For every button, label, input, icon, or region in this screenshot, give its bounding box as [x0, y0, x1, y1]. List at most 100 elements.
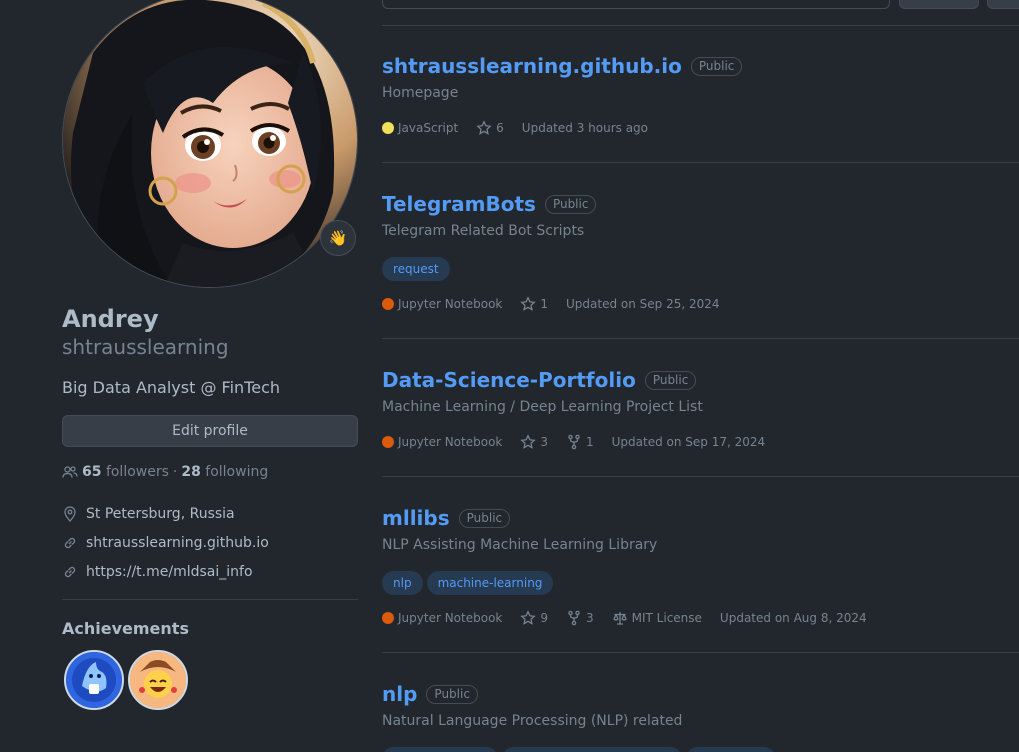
avatar[interactable] [62, 0, 358, 288]
achievement-badge-cowboy[interactable] [128, 650, 188, 710]
repo-language: Jupyter Notebook [382, 297, 502, 311]
repo-updated: Updated on Sep 25, 2024 [566, 297, 720, 311]
avatar-illustration [63, 0, 357, 287]
repo-updated: Updated 3 hours ago [521, 121, 649, 135]
repo-description: Homepage [382, 85, 459, 101]
fork-count: 3 [586, 611, 594, 625]
language-color-dot [382, 612, 394, 624]
link-icon [64, 566, 76, 578]
repo-header: shtrausslearning.github.io Public [382, 53, 1019, 79]
repo-forks-link[interactable]: 1 [566, 434, 594, 450]
repo-forks-link[interactable]: 3 [566, 610, 594, 626]
repo-name-link[interactable]: shtrausslearning.github.io [382, 54, 682, 78]
sidebar-divider [62, 599, 358, 600]
edit-profile-button[interactable]: Edit profile [62, 415, 358, 447]
achievement-badge-shark[interactable] [64, 650, 124, 710]
follow-stats: 65 followers · 28 following [62, 464, 268, 480]
topic-tag[interactable]: machine-learning [426, 571, 554, 595]
repo-divider [382, 338, 1019, 339]
cowboy-icon [130, 652, 186, 708]
repo-item: Data-Science-Portfolio Public Machine Le… [382, 367, 1019, 451]
type-filter-button[interactable] [899, 0, 979, 9]
visibility-badge: Public [644, 370, 697, 390]
license-name: MIT License [631, 611, 702, 625]
repo-description: Machine Learning / Deep Learning Project… [382, 399, 703, 415]
repo-stars-link[interactable]: 1 [520, 296, 548, 312]
status-emoji[interactable]: 👋 [320, 220, 356, 256]
profile-location: St Petersburg, Russia [62, 506, 235, 522]
repo-name-link[interactable]: Data-Science-Portfolio [382, 368, 636, 392]
language-color-dot [382, 122, 394, 134]
repo-header: mllibs Public [382, 505, 1019, 531]
star-icon [476, 120, 492, 135]
repo-topics: request [382, 257, 1019, 281]
star-icon [520, 296, 537, 311]
repo-meta: Jupyter Notebook 1 Updated on Sep 25, 20… [382, 295, 1019, 313]
location-icon [64, 506, 76, 522]
repo-meta: JavaScript 6 Updated 3 hours ago [382, 119, 1019, 137]
location-text: St Petersburg, Russia [86, 506, 235, 522]
repo-updated: Updated on Aug 8, 2024 [719, 611, 867, 625]
topic-tag[interactable] [502, 747, 682, 752]
fork-icon [568, 434, 580, 450]
followers-count: 65 [82, 464, 102, 480]
topic-tag[interactable]: nlp [382, 571, 423, 595]
following-count: 28 [181, 464, 201, 480]
language-color-dot [382, 436, 394, 448]
profile-fullname: Andrey [62, 305, 159, 333]
visibility-badge: Public [690, 56, 743, 76]
topic-tag[interactable] [382, 747, 498, 752]
repo-stars-link[interactable]: 9 [520, 610, 548, 626]
find-repository-input[interactable] [382, 0, 890, 9]
repo-language: Jupyter Notebook [382, 435, 502, 449]
repo-topics: nlp machine-learning [382, 571, 1019, 595]
followers-link[interactable]: 65 followers [82, 464, 169, 480]
link-icon [64, 537, 76, 549]
repo-item: nlp Public Natural Language Processing (… [382, 681, 1019, 752]
repo-name-link[interactable]: nlp [382, 682, 417, 706]
repo-header: TelegramBots Public [382, 191, 1019, 217]
star-count: 6 [496, 121, 504, 135]
star-icon [520, 434, 537, 449]
language-name: JavaScript [398, 121, 459, 135]
repo-language: Jupyter Notebook [382, 611, 502, 625]
repo-name-link[interactable]: TelegramBots [382, 192, 536, 216]
follow-separator: · [172, 464, 178, 480]
topic-tag[interactable] [686, 747, 776, 752]
following-link[interactable]: 28 following [181, 464, 268, 480]
language-name: Jupyter Notebook [398, 435, 503, 449]
profile-bio: Big Data Analyst @ FinTech [62, 378, 280, 397]
language-color-dot [382, 298, 394, 310]
social-link[interactable]: https://t.me/mldsai_info [86, 564, 253, 580]
repo-stars-link[interactable]: 3 [520, 434, 548, 450]
repo-license: MIT License [612, 610, 702, 626]
website-link[interactable]: shtrausslearning.github.io [86, 535, 269, 551]
profile-social[interactable]: https://t.me/mldsai_info [62, 564, 253, 580]
followers-label: followers [105, 464, 169, 480]
repo-updated: Updated on Sep 17, 2024 [611, 435, 766, 449]
repo-header: nlp Public [382, 681, 1019, 707]
fork-icon [568, 610, 580, 626]
repo-name-link[interactable]: mllibs [382, 506, 450, 530]
topic-tag[interactable]: request [382, 257, 450, 281]
star-icon [520, 610, 537, 625]
law-scale-icon [612, 612, 627, 625]
repo-divider [382, 652, 1019, 653]
profile-website[interactable]: shtrausslearning.github.io [62, 535, 269, 551]
repo-topics-cut [382, 747, 1019, 752]
repo-description: Telegram Related Bot Scripts [382, 223, 585, 239]
language-name: Jupyter Notebook [398, 297, 503, 311]
fork-count: 1 [586, 435, 594, 449]
status-emoji-glyph: 👋 [328, 229, 348, 247]
shark-icon [66, 652, 122, 708]
repo-meta: Jupyter Notebook 3 1 Updated on Sep 17, … [382, 433, 1019, 451]
repo-header: Data-Science-Portfolio Public [382, 367, 1019, 393]
star-count: 1 [540, 297, 548, 311]
language-filter-button[interactable] [987, 0, 1019, 9]
repo-description: Natural Language Processing (NLP) relate… [382, 713, 683, 729]
visibility-badge: Public [544, 194, 597, 214]
achievements-heading[interactable]: Achievements [62, 619, 189, 638]
star-count: 3 [540, 435, 548, 449]
repo-stars-link[interactable]: 6 [476, 120, 504, 136]
repo-divider [382, 162, 1019, 163]
